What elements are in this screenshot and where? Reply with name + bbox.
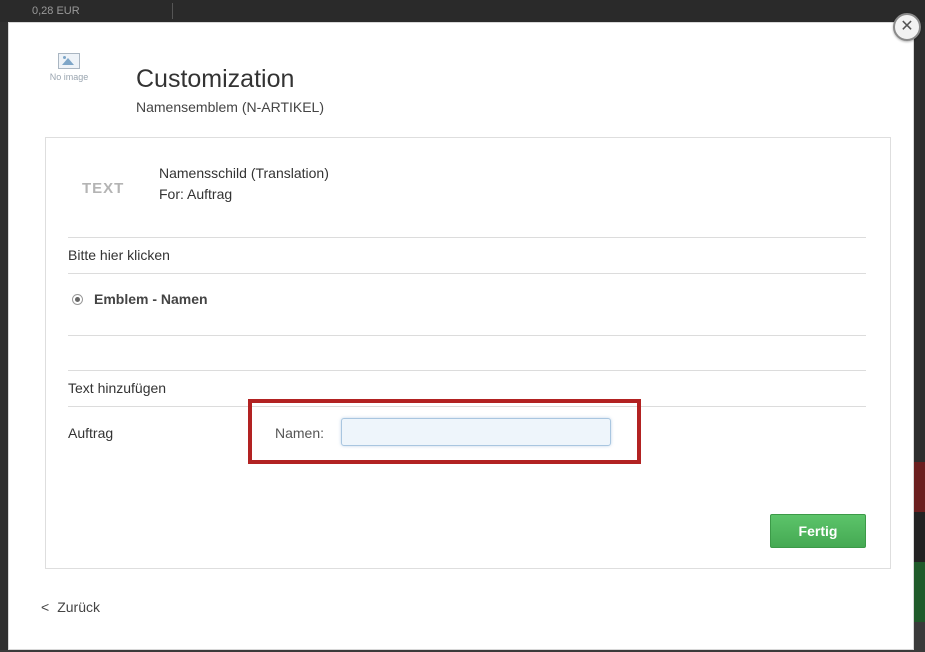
item-name: Namensschild (Translation) [159, 165, 329, 181]
divider [68, 370, 866, 371]
background-price-text: 0,28 EUR [32, 5, 80, 17]
radio-button[interactable] [72, 293, 83, 305]
product-thumbnail: No image [43, 53, 95, 82]
chevron-left-icon: < [41, 599, 50, 615]
option-emblem-namen[interactable]: Emblem - Namen [72, 291, 208, 307]
back-label: Zurück [57, 599, 100, 615]
dialog-title: Customization [136, 65, 295, 93]
item-type-label: TEXT [82, 180, 125, 197]
background-topbar: 0,28 EUR [0, 0, 925, 22]
name-input-label: Namen: [275, 425, 325, 441]
no-image-label: No image [49, 72, 89, 82]
divider [68, 335, 866, 336]
divider [68, 273, 866, 274]
field-label-auftrag: Auftrag [68, 425, 114, 441]
image-placeholder-icon [58, 53, 80, 69]
close-icon: ✕ [900, 18, 914, 35]
close-button[interactable]: ✕ [893, 13, 921, 41]
text-section-label: Text hinzufügen [68, 380, 167, 396]
option-label: Emblem - Namen [94, 291, 208, 307]
divider [68, 237, 866, 238]
customization-dialog: No image Customization Namensemblem (N-A… [8, 22, 914, 650]
name-input[interactable] [341, 418, 611, 446]
back-link[interactable]: < Zurück [41, 599, 100, 615]
done-button[interactable]: Fertig [770, 514, 866, 548]
choose-section-label: Bitte hier klicken [68, 247, 170, 263]
customization-panel: TEXT Namensschild (Translation) For: Auf… [45, 137, 891, 569]
dialog-subtitle: Namensemblem (N-ARTIKEL) [136, 99, 325, 115]
item-for: For: Auftrag [159, 186, 233, 202]
